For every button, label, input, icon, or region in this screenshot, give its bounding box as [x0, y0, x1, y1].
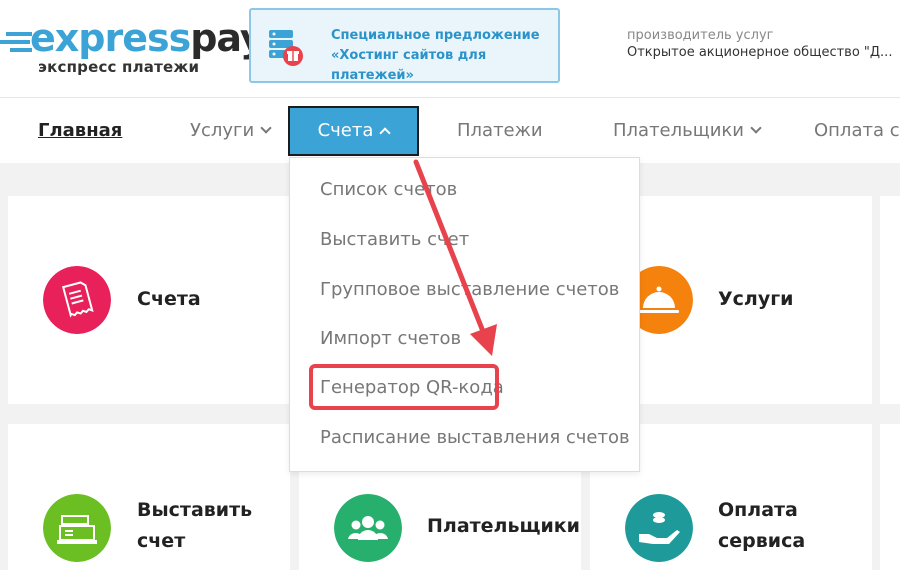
highlight-box: [309, 364, 499, 410]
card-title: Плательщики: [427, 515, 580, 537]
chevron-up-icon: [379, 127, 392, 139]
card-invoices[interactable]: Счета: [8, 196, 290, 404]
card-title-line-2: счет: [137, 530, 186, 552]
menu-item-invoice-list[interactable]: Список счетов: [320, 179, 457, 200]
logo[interactable]: expresspay экспресс платежи: [0, 14, 265, 84]
hand-coin-icon: [625, 494, 693, 562]
nav-item-invoices[interactable]: Счета: [288, 106, 419, 156]
card-title-line-1: Выставить: [137, 499, 253, 521]
header: expresspay экспресс платежи Специальное …: [0, 0, 900, 97]
chevron-down-icon: [260, 122, 272, 134]
menu-item-invoice-schedule[interactable]: Расписание выставления счетов: [320, 427, 630, 448]
card-title-line-2: сервиса: [718, 530, 806, 552]
card-partial: [880, 196, 900, 404]
card-issue-invoice[interactable]: Выставить счет: [8, 424, 290, 570]
card-title: Выставить счет: [137, 495, 252, 557]
server-gift-icon: [269, 30, 303, 66]
nav-item-service-payment[interactable]: Оплата се: [814, 98, 900, 164]
logo-speed-lines-icon: [0, 32, 32, 52]
nav-item-payments[interactable]: Платежи: [457, 98, 543, 164]
logo-part-a: express: [30, 16, 191, 60]
invoice-icon: [43, 266, 111, 334]
promo-line-1: Специальное предложение: [331, 28, 540, 43]
promo-line-2: «Хостинг сайтов для платежей»: [331, 48, 487, 83]
promo-text: Специальное предложение «Хостинг сайтов …: [331, 26, 556, 86]
menu-item-group-invoicing[interactable]: Групповое выставление счетов: [320, 279, 619, 300]
menu-item-issue-invoice[interactable]: Выставить счет: [320, 229, 469, 250]
provider-name: Открытое акционерное общество "Д...: [627, 45, 893, 60]
logo-wordmark: expresspay: [30, 16, 265, 60]
card-title: Оплата сервиса: [718, 495, 805, 557]
nav-item-home[interactable]: Главная: [38, 98, 122, 164]
main-nav: Главная Услуги Счета Платежи Плательщики…: [0, 97, 900, 163]
chevron-down-icon: [750, 122, 762, 134]
provider-info: производитель услуг Открытое акционерное…: [627, 28, 897, 62]
card-title: Счета: [137, 288, 201, 310]
card-partial: [880, 424, 900, 570]
logo-subtitle: экспресс платежи: [38, 58, 200, 76]
card-title-line-1: Оплата: [718, 499, 798, 521]
provider-label: производитель услуг: [627, 28, 774, 43]
payers-icon: [334, 494, 402, 562]
card-title: Услуги: [718, 288, 794, 310]
nav-item-payers[interactable]: Плательщики: [613, 98, 762, 164]
nav-item-label: Услуги: [190, 120, 255, 141]
nav-item-label: Счета: [317, 120, 374, 141]
cash-register-icon: [43, 494, 111, 562]
nav-item-label: Плательщики: [613, 120, 744, 141]
invoices-dropdown-menu: Список счетов Выставить счет Групповое в…: [289, 157, 640, 472]
menu-item-import-invoices[interactable]: Импорт счетов: [320, 328, 461, 349]
promo-banner[interactable]: Специальное предложение «Хостинг сайтов …: [249, 8, 560, 83]
nav-item-services[interactable]: Услуги: [190, 98, 272, 164]
